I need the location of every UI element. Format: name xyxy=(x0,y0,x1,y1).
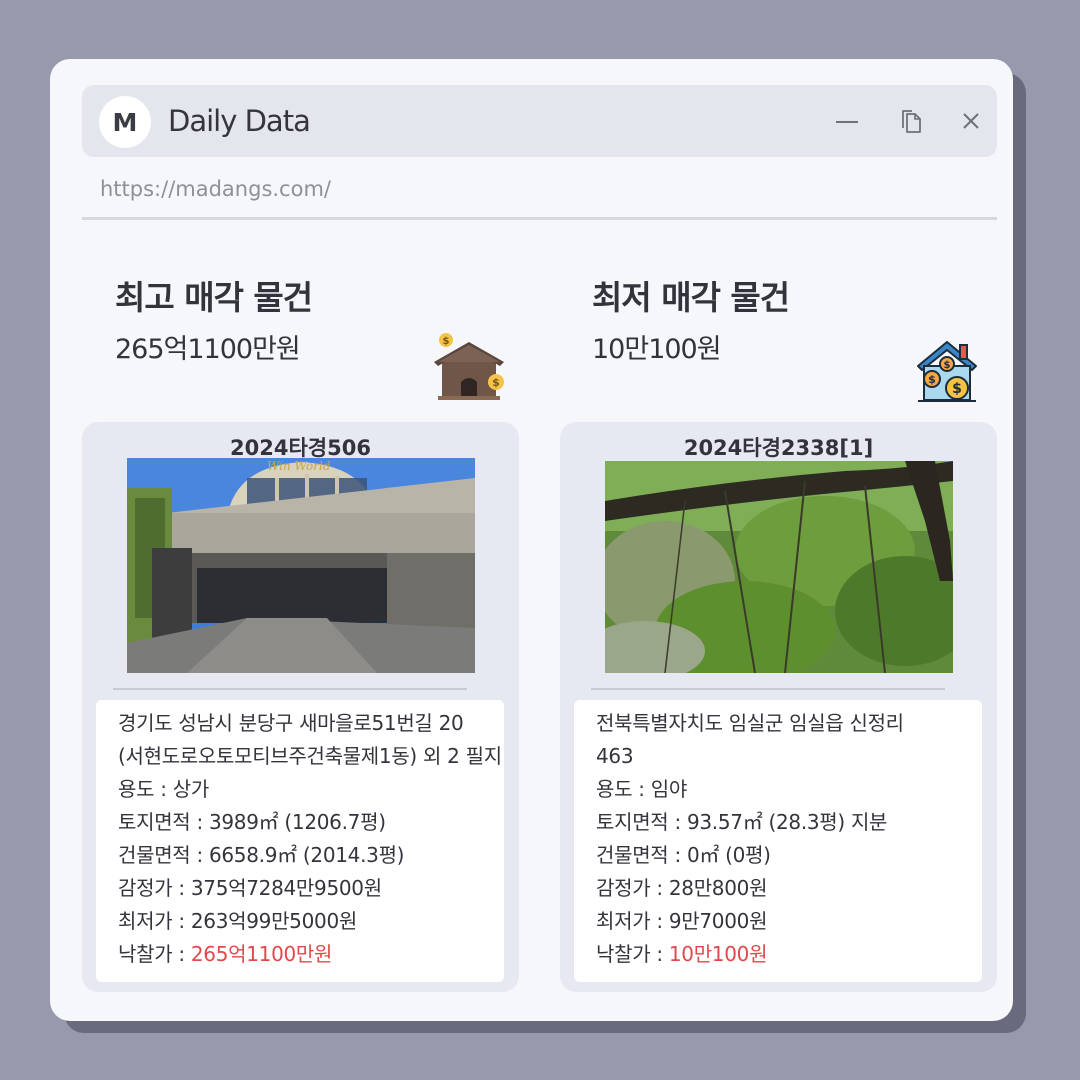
card-divider xyxy=(591,688,945,690)
svg-text:Win World: Win World xyxy=(267,459,331,473)
building-area: 건물면적 : 0㎡ (0평) xyxy=(596,843,771,867)
address-line-2: (서현도로오토모티브주건축물제1동) 외 2 필지 xyxy=(118,744,502,768)
card-divider xyxy=(113,688,467,690)
lowest-heading: 최저 매각 물건 xyxy=(592,278,790,317)
highest-property-card[interactable]: 2024타경506 Win World 경기도 성남시 분당구 새마을로51번길… xyxy=(82,422,519,992)
minimize-button[interactable] xyxy=(831,105,863,137)
winning-bid: 낙찰가 : 265억1100만원 xyxy=(118,938,504,971)
highest-heading: 최고 매각 물건 xyxy=(115,278,313,317)
close-button[interactable] xyxy=(955,105,987,137)
url-bar[interactable]: https://madangs.com/ xyxy=(100,177,331,201)
svg-text:$: $ xyxy=(492,376,500,389)
house-coins-icon: $ $ $ xyxy=(917,341,977,402)
title-bar: M Daily Data xyxy=(82,85,997,157)
property-details: 전북특별자치도 임실군 임실읍 신정리 463 용도 : 임야 토지면적 : 9… xyxy=(574,700,982,982)
lowest-price: 10만100원 xyxy=(592,334,722,365)
property-photo xyxy=(605,461,953,673)
svg-text:$: $ xyxy=(944,360,951,371)
lowest-property-card[interactable]: 2024타경2338[1] 전북특별자치도 임실군 임실읍 신정리 463 용도… xyxy=(560,422,997,992)
svg-text:$: $ xyxy=(952,381,962,397)
close-icon xyxy=(963,113,979,129)
svg-text:$: $ xyxy=(928,373,936,386)
highest-price: 265억1100만원 xyxy=(115,334,301,365)
winning-bid: 낙찰가 : 10만100원 xyxy=(596,938,982,971)
land-area: 토지면적 : 3989㎡ (1206.7평) xyxy=(118,810,386,834)
app-logo: M xyxy=(99,96,151,148)
address-line-1: 전북특별자치도 임실군 임실읍 신정리 xyxy=(596,711,904,735)
app-title: Daily Data xyxy=(168,104,311,138)
appraisal-price: 감정가 : 28만800원 xyxy=(596,876,768,900)
property-photo: Win World xyxy=(127,458,475,673)
house-money-icon: $ $ xyxy=(434,333,504,400)
browser-window: M Daily Data https://madangs.com/ 최고 매각 … xyxy=(50,59,1013,1021)
copy-button[interactable] xyxy=(895,105,927,137)
building-area: 건물면적 : 6658.9㎡ (2014.3평) xyxy=(118,843,405,867)
land-area: 토지면적 : 93.57㎡ (28.3평) 지분 xyxy=(596,810,888,834)
usage: 용도 : 상가 xyxy=(118,777,209,801)
address-line-2: 463 xyxy=(596,744,634,768)
property-details: 경기도 성남시 분당구 새마을로51번길 20 (서현도로오토모티브주건축물제1… xyxy=(96,700,504,982)
svg-text:$: $ xyxy=(443,336,450,347)
copy-icon xyxy=(902,110,921,133)
minimize-icon xyxy=(836,121,858,123)
minimum-price: 최저가 : 263억99만5000원 xyxy=(118,909,357,933)
header-divider xyxy=(82,217,997,220)
winning-bid-label: 낙찰가 : xyxy=(596,942,669,966)
appraisal-price: 감정가 : 375억7284만9500원 xyxy=(118,876,382,900)
address-line-1: 경기도 성남시 분당구 새마을로51번길 20 xyxy=(118,711,464,735)
minimum-price: 최저가 : 9만7000원 xyxy=(596,909,768,933)
winning-bid-label: 낙찰가 : xyxy=(118,942,191,966)
usage: 용도 : 임야 xyxy=(596,777,687,801)
case-number: 2024타경2338[1] xyxy=(683,436,874,460)
winning-bid-value: 10만100원 xyxy=(668,942,768,966)
winning-bid-value: 265억1100만원 xyxy=(190,942,333,966)
